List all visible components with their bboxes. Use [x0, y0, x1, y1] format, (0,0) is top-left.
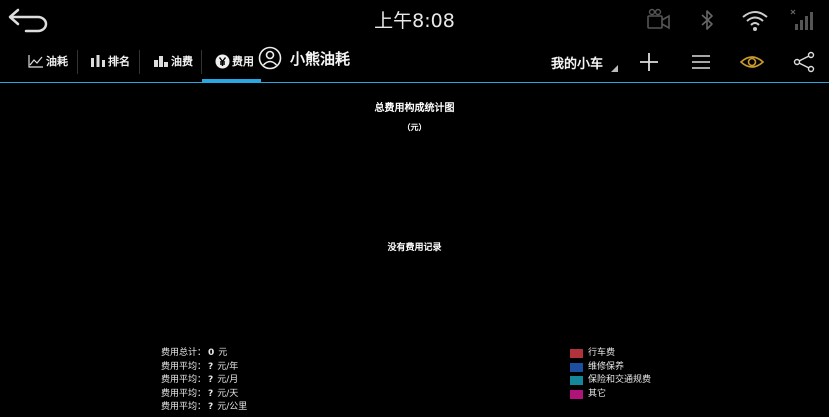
bluetooth-icon	[693, 8, 721, 32]
tab-label: 费用	[232, 55, 254, 68]
chart-legend: 行车费 维修保养 保险和交通规费 其它	[570, 347, 651, 401]
tab-expenses[interactable]: 费用	[215, 42, 254, 80]
tab-divider	[139, 50, 140, 74]
car-select-value: 我的小车	[551, 57, 604, 72]
stat-total: 费用总计： 0 元	[161, 348, 228, 358]
menu-icon[interactable]	[688, 50, 714, 74]
empty-state-message: 没有费用记录	[387, 243, 442, 253]
nav-bar: 油耗 排名 油费 费用 小熊油耗 我的小车	[0, 42, 829, 82]
share-icon[interactable]	[791, 50, 817, 74]
tab-label: 油耗	[46, 55, 68, 68]
stat-avg-month: 费用平均：? 元/月	[161, 375, 239, 385]
nav-bottom-border	[0, 82, 829, 83]
tab-divider	[201, 50, 202, 74]
add-icon[interactable]	[636, 50, 662, 74]
bar-chart-icon	[154, 56, 168, 67]
tab-divider	[77, 50, 78, 74]
tab-label: 排名	[108, 55, 130, 68]
legend-item: 行车费	[570, 347, 651, 361]
stat-avg-year: 费用平均：? 元/年	[161, 361, 239, 372]
dropdown-triangle-icon	[611, 65, 618, 72]
line-chart-icon	[28, 55, 43, 68]
camera-icon	[645, 8, 673, 32]
legend-swatch	[570, 389, 583, 399]
tab-fuel-consumption[interactable]: 油耗	[28, 42, 68, 80]
legend-swatch	[570, 362, 583, 372]
user-icon[interactable]	[258, 46, 282, 70]
status-bar: 上午8:08	[0, 0, 829, 40]
app-title-group: 小熊油耗	[258, 46, 350, 70]
tab-label: 油费	[171, 55, 193, 68]
chart-unit: （元）	[402, 123, 427, 132]
signal-icon	[789, 8, 817, 32]
car-select-dropdown[interactable]: 我的小车	[546, 50, 620, 74]
legend-item: 维修保养	[570, 361, 651, 375]
legend-swatch	[570, 349, 583, 359]
stat-avg-km: 费用平均：? 元/公里	[161, 402, 248, 412]
yen-icon	[215, 54, 230, 68]
tab-fuel-cost[interactable]: 油费	[153, 42, 193, 80]
wifi-icon	[741, 8, 769, 32]
app-title: 小熊油耗	[290, 49, 351, 68]
legend-swatch	[570, 376, 583, 386]
ranking-icon	[91, 55, 105, 67]
eye-icon[interactable]	[739, 50, 765, 74]
chart-title: 总费用构成统计图	[374, 103, 455, 114]
legend-item: 保险和交通规费	[570, 374, 651, 388]
stat-avg-day: 费用平均：? 元/天	[161, 388, 239, 399]
legend-item: 其它	[570, 388, 651, 402]
stats-summary: 费用总计： 0 元 费用平均：? 元/年 费用平均：? 元/月 费用平均：? 元/天 费用…	[161, 347, 247, 415]
tab-ranking[interactable]: 排名	[90, 42, 130, 80]
